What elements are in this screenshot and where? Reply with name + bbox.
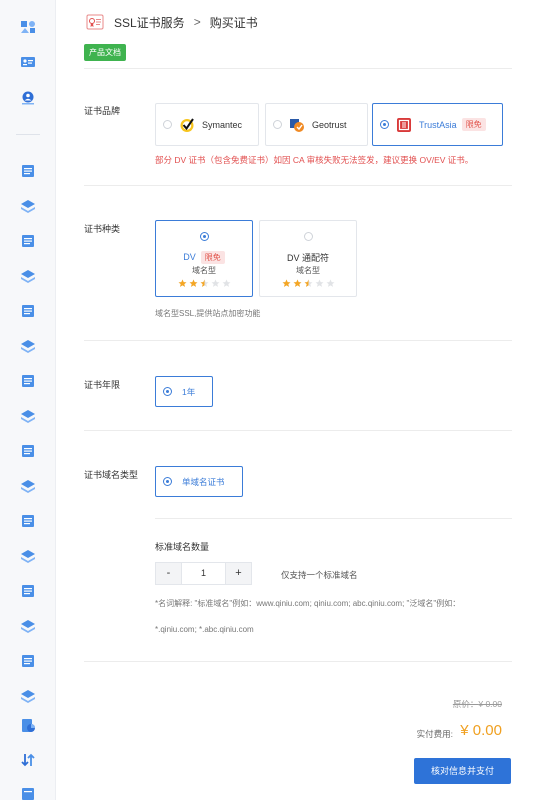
star-full-icon (282, 279, 290, 287)
cloud-user-icon[interactable] (20, 90, 36, 106)
confirm-and-pay-button[interactable]: 核对信息并支付 (414, 758, 511, 784)
increment-button[interactable]: + (225, 562, 252, 585)
layers-icon[interactable] (20, 338, 36, 354)
actual-cost-label: 实付费用: (416, 729, 453, 739)
star-empty-icon (315, 279, 323, 287)
limited-free-badge: 限免 (200, 251, 225, 264)
period-option-1-year[interactable]: 1年 (155, 376, 213, 407)
layers-icon[interactable] (20, 198, 36, 214)
document-icon[interactable] (20, 786, 36, 800)
geotrust-logo-icon (289, 117, 305, 133)
brand-radio-selected[interactable] (380, 120, 389, 129)
document-icon[interactable] (20, 513, 36, 529)
divider (84, 185, 512, 186)
brand-option-symantec[interactable]: Symantec (155, 103, 259, 146)
star-full-icon (178, 279, 186, 287)
layers-icon[interactable] (20, 408, 36, 424)
quantity-title: 标准域名数量 (155, 542, 210, 552)
cert-type-option-dv-wildcard[interactable]: DV 通配符 域名型 (259, 220, 357, 297)
limited-free-badge: 限免 (461, 118, 486, 131)
term-explanation-examples: *.qiniu.com; *.abc.qiniu.com (155, 625, 254, 634)
layers-icon[interactable] (20, 548, 36, 564)
star-full-icon (189, 279, 197, 287)
main-content: SSL证书服务 > 购买证书 产品文档 证书品牌 Symantec Geotru… (56, 0, 539, 800)
pie-chart-icon[interactable] (20, 718, 36, 734)
layers-icon[interactable] (20, 268, 36, 284)
star-half-icon (304, 279, 312, 287)
star-empty-icon (222, 279, 230, 287)
domain-type-option-single[interactable]: 单域名证书 (155, 466, 243, 497)
divider (84, 340, 512, 341)
original-price-value: ¥ 0.00 (478, 699, 502, 709)
brand-radio[interactable] (273, 120, 282, 129)
page-title: 购买证书 (209, 15, 258, 30)
brand-option-trustasia[interactable]: TrustAsia 限免 (372, 103, 503, 146)
domain-type-option-label: 单域名证书 (182, 476, 225, 487)
ssl-certificate-icon (86, 13, 104, 31)
domain-type-radio-selected[interactable] (163, 477, 172, 486)
layers-icon[interactable] (20, 478, 36, 494)
original-price: 原价：¥ 0.00 (453, 698, 502, 710)
cert-type-title: DV (183, 252, 196, 262)
product-docs-button[interactable]: 产品文档 (84, 44, 126, 61)
id-card-icon[interactable] (20, 54, 36, 70)
cert-type-title: DV 通配符 (286, 253, 329, 263)
layers-icon[interactable] (20, 618, 36, 634)
star-rating (260, 279, 356, 288)
star-empty-icon (326, 279, 334, 287)
brand-warning: 部分 DV 证书（包含免费证书）如因 CA 审核失败无法签发，建议更换 OV/E… (155, 155, 474, 165)
quantity-stepper: - 1 + (155, 562, 252, 585)
original-price-label: 原价： (452, 699, 479, 709)
divider (84, 430, 512, 431)
divider (84, 68, 512, 69)
star-full-icon (293, 279, 301, 287)
divider (84, 661, 512, 662)
brand-label: 证书品牌 (84, 106, 121, 116)
trustasia-logo-icon (396, 117, 412, 133)
domain-type-label: 证书域名类型 (84, 470, 139, 480)
sort-arrows-icon[interactable] (20, 752, 36, 768)
layers-icon[interactable] (20, 688, 36, 704)
document-icon[interactable] (20, 163, 36, 179)
document-icon[interactable] (20, 653, 36, 669)
star-rating (156, 279, 252, 288)
brand-option-geotrust[interactable]: Geotrust (265, 103, 368, 146)
cert-type-hint: 域名型SSL,提供站点加密功能 (155, 309, 261, 318)
actual-cost-value: ¥ 0.00 (460, 722, 502, 739)
star-half-icon (200, 279, 208, 287)
breadcrumb: SSL证书服务 > 购买证书 (86, 12, 258, 32)
shapes-icon[interactable] (20, 19, 36, 35)
period-label: 证书年限 (84, 380, 121, 390)
brand-name: TrustAsia (419, 119, 457, 130)
document-icon[interactable] (20, 373, 36, 389)
document-icon[interactable] (20, 443, 36, 459)
breadcrumb-separator: > (193, 15, 201, 29)
quantity-input[interactable]: 1 (182, 562, 225, 585)
cert-type-subtitle: 域名型 (296, 266, 320, 275)
document-icon[interactable] (20, 233, 36, 249)
cert-type-radio[interactable] (304, 232, 313, 241)
document-icon[interactable] (20, 583, 36, 599)
star-empty-icon (211, 279, 219, 287)
quantity-note: 仅支持一个标准域名 (281, 570, 358, 580)
document-icon[interactable] (20, 303, 36, 319)
brand-name: Geotrust (312, 119, 347, 130)
brand-name: Symantec (202, 119, 243, 130)
term-explanation: *名词解释: "标准域名"例如：www.qiniu.com; qiniu.com… (155, 599, 461, 608)
sidebar (0, 0, 56, 800)
sidebar-divider (16, 134, 40, 135)
cert-type-subtitle: 域名型 (192, 266, 216, 275)
cert-type-title-row: DV 限免 (156, 251, 252, 264)
cert-type-label: 证书种类 (84, 224, 121, 234)
cert-type-radio-selected[interactable] (200, 232, 209, 241)
divider (155, 518, 512, 519)
breadcrumb-root[interactable]: SSL证书服务 (114, 14, 185, 31)
period-radio-selected[interactable] (163, 387, 172, 396)
decrement-button[interactable]: - (155, 562, 182, 585)
period-option-label: 1年 (182, 386, 196, 397)
cert-type-option-dv[interactable]: DV 限免 域名型 (155, 220, 253, 297)
brand-radio[interactable] (163, 120, 172, 129)
symantec-logo-icon (179, 117, 195, 133)
